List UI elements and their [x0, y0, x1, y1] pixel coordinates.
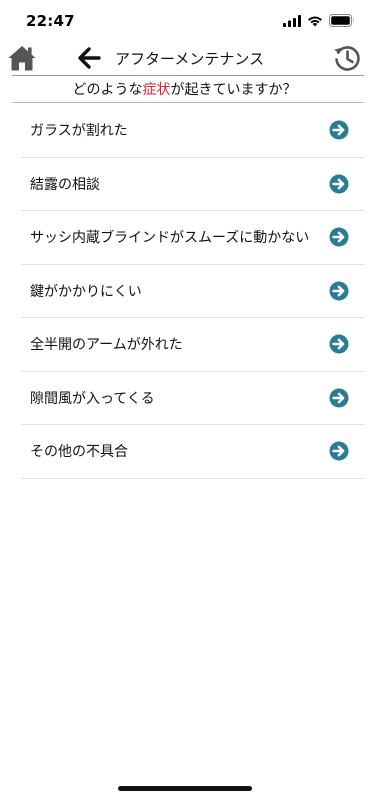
arrow-circle-right-icon — [329, 227, 349, 247]
symptom-list: ガラスが割れた 結露の相談 サッシ内蔵ブラインドがスムーズに動かない 鍵がかかり… — [21, 104, 365, 479]
question-prompt: どのような症状が起きていますか？ — [0, 79, 369, 99]
symptom-label: サッシ内蔵ブラインドがスムーズに動かない — [30, 230, 310, 247]
symptom-item-lock[interactable]: 鍵がかかりにくい — [21, 265, 365, 318]
status-icons — [283, 14, 355, 27]
wifi-icon — [308, 16, 322, 26]
question-suffix: が起きていますか？ — [170, 82, 297, 98]
symptom-item-blind[interactable]: サッシ内蔵ブラインドがスムーズに動かない — [21, 211, 365, 265]
symptom-item-arm[interactable]: 全半開のアームが外れた — [21, 318, 365, 372]
battery-icon — [329, 14, 354, 27]
arrow-circle-right-icon — [329, 441, 349, 461]
arrow-circle-right-icon — [329, 334, 349, 354]
app-header: アフターメンテナンス — [0, 40, 369, 78]
symptom-label: ガラスが割れた — [30, 123, 128, 140]
arrow-circle-right-icon — [329, 120, 349, 140]
header-divider — [12, 75, 364, 76]
arrow-left-icon[interactable] — [77, 46, 101, 70]
symptom-item-draft[interactable]: 隙間風が入ってくる — [21, 372, 365, 425]
arrow-circle-right-icon — [329, 174, 349, 194]
question-prefix: どのような — [72, 82, 143, 98]
symptom-label: 結露の相談 — [30, 176, 100, 193]
symptom-item-condensation[interactable]: 結露の相談 — [21, 158, 365, 211]
symptom-item-broken-glass[interactable]: ガラスが割れた — [21, 104, 365, 158]
arrow-circle-right-icon — [329, 281, 349, 301]
symptom-item-other[interactable]: その他の不具合 — [21, 425, 365, 479]
question-highlight: 症状 — [142, 82, 171, 98]
question-divider — [12, 102, 364, 103]
page-title: アフターメンテナンス — [115, 50, 265, 68]
home-icon[interactable] — [7, 44, 37, 72]
symptom-label: 隙間風が入ってくる — [30, 390, 155, 407]
symptom-label: 鍵がかかりにくい — [30, 283, 142, 300]
symptom-label: 全半開のアームが外れた — [30, 337, 183, 354]
cellular-signal-icon — [283, 14, 301, 27]
history-icon[interactable] — [332, 43, 362, 73]
home-indicator[interactable] — [117, 786, 252, 791]
status-time: 22:47 — [26, 12, 75, 30]
arrow-circle-right-icon — [329, 388, 349, 408]
status-bar: 22:47 — [0, 0, 369, 40]
symptom-label: その他の不具合 — [30, 444, 128, 461]
